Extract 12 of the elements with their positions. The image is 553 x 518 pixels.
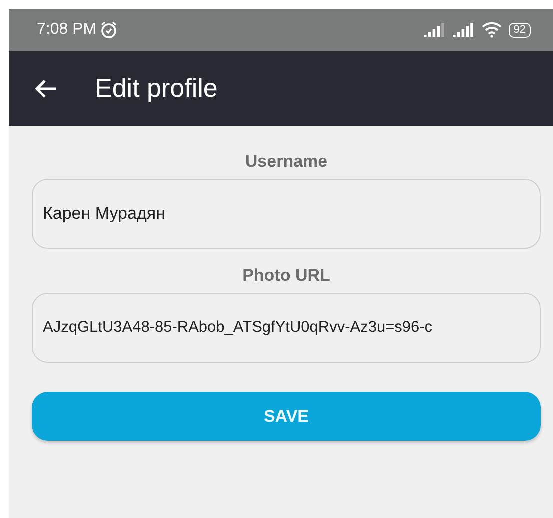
battery-indicator: 92 <box>508 22 531 38</box>
field-label: Photo URL <box>242 266 330 286</box>
signal-icon <box>424 23 446 37</box>
text-field[interactable]: Карен Мурадян <box>32 179 541 249</box>
status-time: 7:08 PM <box>37 21 97 39</box>
back-arrow-icon[interactable] <box>35 78 57 98</box>
text-field[interactable]: AJzqGLtU3A48-85-RAbob_ATSgfYtU0qRvv-Az3u=s96-c <box>32 293 541 363</box>
field-label: Username <box>245 152 328 172</box>
alarm-icon <box>100 21 118 39</box>
wifi-icon <box>482 22 502 38</box>
signal-icon <box>452 23 475 37</box>
screen-title: Edit profile <box>95 73 218 104</box>
